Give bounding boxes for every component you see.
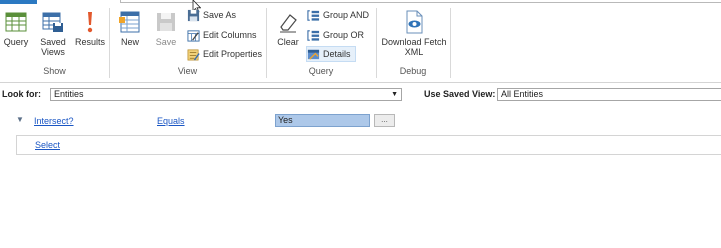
- group-label-view: View: [177, 66, 198, 76]
- save-as-icon: [187, 9, 200, 21]
- save-as-label: Save As: [203, 10, 237, 20]
- save-as-button[interactable]: Save As: [187, 7, 236, 23]
- new-button-label: New: [120, 37, 139, 47]
- select-link[interactable]: Select: [35, 140, 60, 150]
- download-xml-icon: [406, 10, 423, 34]
- new-view-icon: [119, 11, 140, 33]
- condition-value-text: Yes: [278, 115, 293, 125]
- save-icon: [157, 13, 175, 31]
- table-grid-icon: [5, 12, 27, 32]
- save-button[interactable]: Save: [153, 10, 179, 47]
- group-or-icon: [307, 29, 320, 41]
- group-or-button[interactable]: Group OR: [307, 27, 364, 43]
- query-button-label: Query: [3, 37, 29, 47]
- saved-view-label: Use Saved View:: [424, 89, 496, 99]
- chevron-down-icon[interactable]: ▼: [16, 115, 24, 124]
- look-for-label: Look for:: [2, 89, 41, 99]
- group-label-show: Show: [43, 66, 66, 76]
- group-or-label: Group OR: [323, 30, 365, 40]
- saved-views-label: Saved Views: [40, 37, 66, 57]
- top-input-box[interactable]: [120, 0, 721, 3]
- details-button[interactable]: Details: [306, 46, 356, 62]
- condition-field-link[interactable]: Intersect?: [34, 116, 74, 126]
- new-button[interactable]: New: [117, 10, 143, 47]
- clear-button[interactable]: Clear: [274, 10, 302, 47]
- query-button[interactable]: Query: [3, 10, 29, 47]
- group-label-query: Query: [308, 66, 334, 76]
- dropdown-arrow-icon: ▼: [391, 91, 398, 98]
- results-label: Results: [75, 37, 106, 47]
- saved-views-button[interactable]: Saved Views: [38, 10, 68, 57]
- group-and-icon: [307, 9, 320, 21]
- saved-view-value: All Entities: [501, 89, 544, 99]
- look-for-value: Entities: [54, 89, 84, 99]
- condition-value-input[interactable]: Yes: [275, 114, 370, 127]
- edit-properties-label: Edit Properties: [203, 49, 263, 59]
- saved-view-select[interactable]: All Entities: [497, 88, 721, 101]
- edit-columns-label: Edit Columns: [203, 30, 257, 40]
- details-label: Details: [323, 49, 351, 59]
- edit-properties-icon: [187, 48, 200, 60]
- group-and-label: Group AND: [323, 10, 370, 20]
- group-label-debug: Debug: [399, 66, 427, 76]
- results-button[interactable]: Results: [75, 10, 105, 47]
- download-fetch-xml-label: Download Fetch XML: [381, 37, 447, 57]
- select-row: Select: [16, 135, 721, 155]
- ellipsis-button[interactable]: ...: [374, 114, 395, 127]
- clear-button-label: Clear: [277, 37, 299, 47]
- edit-columns-button[interactable]: Edit Columns: [187, 27, 257, 43]
- details-icon: [307, 49, 320, 60]
- condition-row[interactable]: ▼ Intersect? Equals Yes ...: [0, 111, 721, 131]
- download-fetch-xml-button[interactable]: Download Fetch XML: [380, 10, 448, 57]
- exclamation-icon: [87, 12, 93, 33]
- edit-properties-button[interactable]: Edit Properties: [187, 46, 262, 62]
- active-tab-indicator[interactable]: [0, 0, 37, 4]
- condition-operator-link[interactable]: Equals: [157, 116, 185, 126]
- top-strip: [0, 0, 721, 4]
- saved-views-icon: [42, 12, 63, 32]
- look-for-select[interactable]: Entities ▼: [50, 88, 402, 101]
- edit-columns-icon: [187, 29, 200, 42]
- ribbon: Query Saved Views Results Show New Save …: [0, 0, 721, 83]
- group-divider: [450, 8, 451, 78]
- group-and-button[interactable]: Group AND: [307, 7, 369, 23]
- look-for-bar: Look for: Entities ▼ Use Saved View: All…: [0, 88, 721, 102]
- eraser-icon: [280, 14, 297, 33]
- save-button-label: Save: [155, 37, 177, 47]
